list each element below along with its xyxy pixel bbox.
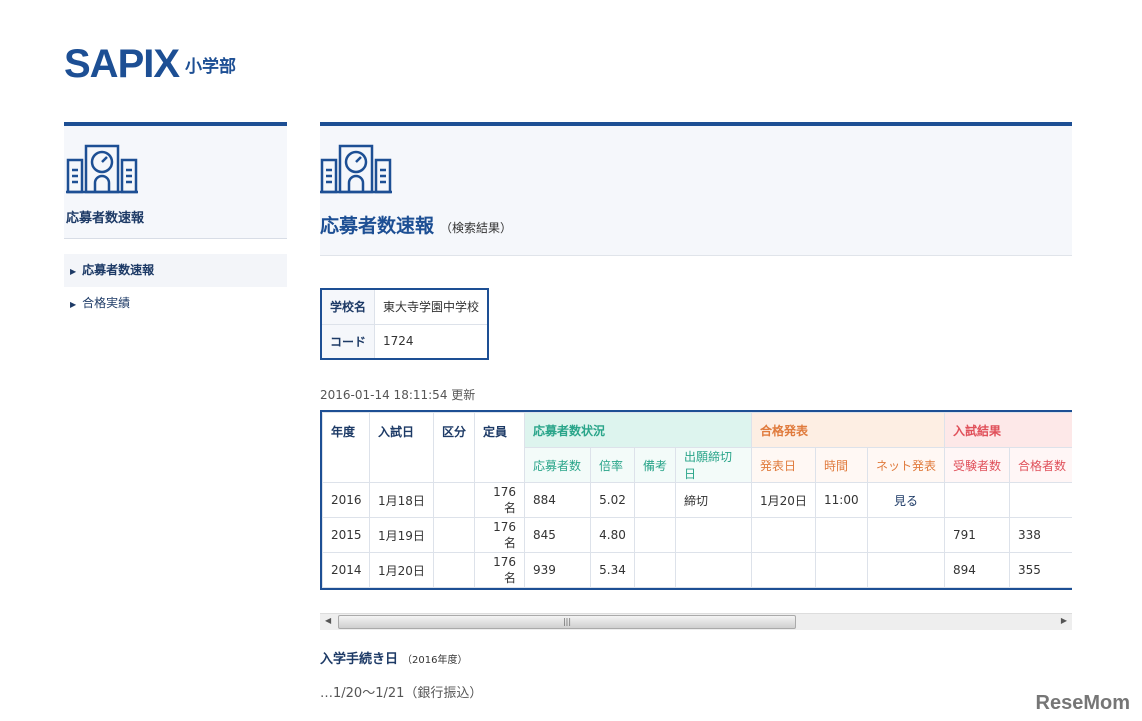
school-name: 東大寺学園中学校 (374, 288, 489, 325)
sidebar-title: 応募者数速報 (66, 211, 145, 226)
table-cell: 4.80 (590, 517, 635, 553)
table-cell: 791 (944, 517, 1011, 553)
procedure-year: （2016年度） (402, 655, 468, 666)
table-cell: 11:00 (815, 482, 869, 518)
header-year: 年度 (322, 412, 370, 483)
table-cell (751, 517, 817, 553)
table-cell: 939 (524, 552, 591, 588)
subheader: 発表日 (751, 447, 817, 483)
applicants-table-wrapper: 年度 入試日 区分 定員 応募者数状況 合格発表 入試結果 応募者数 倍率 備考… (320, 410, 1072, 590)
table-cell (1009, 482, 1072, 518)
table-cell (433, 517, 475, 553)
logo-sub: 小学部 (185, 56, 237, 77)
procedure-title: 入学手続き日 （2016年度） (320, 648, 467, 667)
table-cell (433, 552, 475, 588)
horizontal-scrollbar[interactable]: ◀ ||| ▶ (320, 613, 1072, 630)
school-building-icon (320, 144, 392, 194)
header-capacity: 定員 (474, 412, 525, 483)
table-cell: 5.34 (590, 552, 635, 588)
sidebar-item-label: 合格実績 (82, 296, 131, 310)
scroll-right-arrow-icon[interactable]: ▶ (1061, 616, 1067, 625)
main-header: 応募者数速報 （検索結果） (320, 122, 1072, 256)
table-cell: 2016 (322, 482, 370, 518)
net-announcement-link (867, 517, 946, 553)
table-cell: 355 (1009, 552, 1072, 588)
table-cell (674, 552, 753, 588)
table-cell (944, 482, 1011, 518)
page-title-text: 応募者数速報 (320, 215, 435, 237)
net-announcement-link[interactable]: 見る (867, 482, 946, 518)
table-cell: 2014 (322, 552, 370, 588)
sapix-logo[interactable]: SAPIX 小学部 (64, 44, 236, 84)
net-announcement-link (867, 552, 946, 588)
school-info-table: 学校名 東大寺学園中学校 コード 1724 (320, 288, 490, 360)
subheader: 合格者数 (1009, 447, 1072, 483)
school-code: 1724 (374, 323, 489, 360)
page-subtitle: （検索結果） (440, 221, 513, 235)
sidebar-item-results[interactable]: ▶ 合格実績 (64, 287, 287, 320)
table-cell (433, 482, 475, 518)
table-cell: 845 (524, 517, 591, 553)
table-cell (634, 482, 676, 518)
table-cell (751, 552, 817, 588)
table-cell: 338 (1009, 517, 1072, 553)
table-cell: 894 (944, 552, 1011, 588)
subheader: 応募者数 (524, 447, 591, 483)
header-applicant-status: 応募者数状況 (523, 412, 753, 448)
subheader: 出願締切日 (674, 447, 753, 483)
table-cell (815, 552, 869, 588)
table-cell (815, 517, 869, 553)
triangle-right-icon: ▶ (70, 267, 77, 276)
table-cell (634, 552, 676, 588)
table-cell: 176名 (474, 482, 525, 518)
triangle-right-icon: ▶ (70, 300, 77, 309)
table-cell (674, 517, 753, 553)
header-exam-results: 入試結果 (944, 412, 1072, 448)
page-title: 応募者数速報 （検索結果） (320, 211, 1072, 238)
sidebar: 応募者数速報 ▶ 応募者数速報 ▶ 合格実績 (64, 122, 287, 320)
school-code-label: コード (320, 323, 376, 360)
sidebar-item-applicants[interactable]: ▶ 応募者数速報 (64, 254, 287, 287)
table-row: 2016 1月18日 176名 884 5.02 締切 1月20日 11:00 見る (322, 482, 1072, 518)
table-cell: 176名 (474, 517, 525, 553)
subheader: 備考 (634, 447, 676, 483)
table-cell: 1月19日 (369, 517, 434, 553)
scroll-left-arrow-icon[interactable]: ◀ (325, 616, 331, 625)
table-cell: 884 (524, 482, 591, 518)
header-date: 入試日 (369, 412, 434, 483)
procedure-title-text: 入学手続き日 (320, 652, 399, 667)
school-name-label: 学校名 (320, 288, 376, 325)
table-cell: 1月20日 (751, 482, 817, 518)
table-cell: 1月18日 (369, 482, 434, 518)
applicants-table: 年度 入試日 区分 定員 応募者数状況 合格発表 入試結果 応募者数 倍率 備考… (322, 412, 1072, 588)
resemom-watermark: ReseMom (1035, 692, 1130, 714)
subheader: 時間 (815, 447, 869, 483)
procedure-value: …1/20～1/21（銀行振込） (320, 686, 483, 701)
scrollbar-thumb[interactable]: ||| (338, 615, 796, 629)
subheader: ネット発表 (867, 447, 946, 483)
table-cell: 2015 (322, 517, 370, 553)
table-cell (634, 517, 676, 553)
table-cell: 1月20日 (369, 552, 434, 588)
updated-timestamp: 2016-01-14 18:11:54 更新 (320, 388, 476, 402)
header-announcement: 合格発表 (751, 412, 946, 448)
sidebar-item-label: 応募者数速報 (82, 263, 155, 277)
subheader: 受験者数 (944, 447, 1011, 483)
table-cell: 5.02 (590, 482, 635, 518)
subheader: 倍率 (590, 447, 635, 483)
school-building-icon (66, 144, 138, 194)
header-kubun: 区分 (433, 412, 475, 483)
table-row: 2014 1月20日 176名 939 5.34 894 355 (322, 552, 1072, 588)
table-row: 2015 1月19日 176名 845 4.80 791 338 (322, 517, 1072, 553)
table-cell: 176名 (474, 552, 525, 588)
logo-brand: SAPIX (64, 42, 180, 86)
table-cell: 締切 (674, 482, 753, 518)
